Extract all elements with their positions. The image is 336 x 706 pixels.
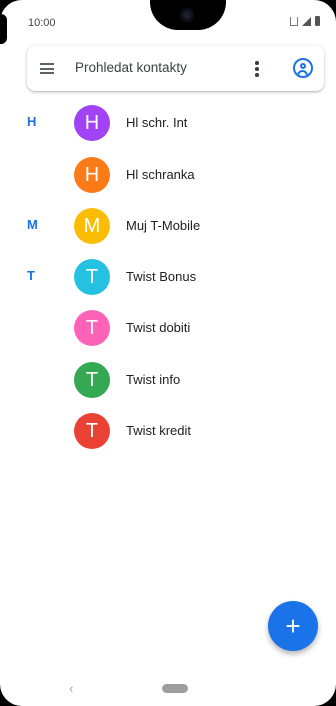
contact-name: Muj T-Mobile [126, 218, 201, 233]
contact-name: Twist info [126, 372, 181, 387]
list-item[interactable]: T Twist info [0, 354, 336, 406]
list-item[interactable]: T Twist kredit [0, 405, 336, 457]
status-time: 10:00 [28, 17, 56, 29]
avatar: T [74, 310, 110, 346]
list-item[interactable]: H H Hl schr. Int [0, 97, 336, 149]
battery-icon [315, 16, 320, 26]
search-bar[interactable]: Prohledat kontakty [27, 46, 324, 91]
vibrate-icon [290, 17, 298, 26]
more-vert-icon[interactable] [255, 61, 259, 77]
list-item[interactable]: H Hl schranka [0, 149, 336, 201]
add-icon: + [285, 611, 301, 641]
avatar: H [74, 157, 110, 193]
account-circle-icon[interactable] [293, 58, 313, 78]
list-item[interactable]: T Twist dobiti [0, 302, 336, 354]
contact-name: Hl schr. Int [126, 115, 188, 130]
contact-name: Twist Bonus [126, 269, 197, 284]
back-icon[interactable]: ‹ [69, 681, 73, 696]
search-input[interactable]: Prohledat kontakty [75, 60, 187, 75]
status-icons [290, 16, 320, 26]
section-letter: M [27, 217, 38, 232]
avatar: T [74, 259, 110, 295]
contacts-screen: 10:00 Prohledat kontakty H H Hl schr. In… [0, 0, 336, 706]
screen-corner [314, 684, 336, 706]
bezel-edge [0, 14, 7, 44]
camera-notch [150, 0, 226, 30]
camera-icon [180, 8, 194, 22]
add-contact-button[interactable]: + [268, 601, 318, 651]
avatar: M [74, 208, 110, 244]
screen-corner [0, 684, 22, 706]
list-item[interactable]: M M Muj T-Mobile [0, 200, 336, 252]
avatar: T [74, 413, 110, 449]
contact-name: Hl schranka [126, 167, 195, 182]
avatar: T [74, 362, 110, 398]
section-letter: H [27, 114, 37, 129]
avatar: H [74, 105, 110, 141]
list-item[interactable]: T T Twist Bonus [0, 251, 336, 303]
home-pill-icon[interactable] [162, 684, 188, 693]
contact-name: Twist dobiti [126, 320, 191, 335]
signal-icon [302, 17, 311, 26]
contact-name: Twist kredit [126, 423, 192, 438]
menu-icon[interactable] [40, 63, 54, 74]
section-letter: T [27, 268, 35, 283]
